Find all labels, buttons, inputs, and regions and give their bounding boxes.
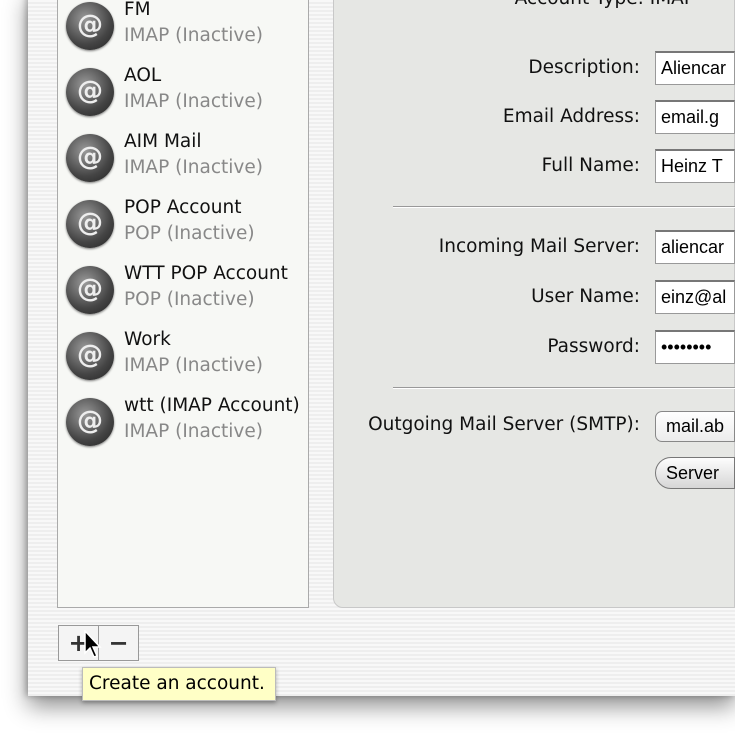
divider: [393, 206, 735, 208]
account-name: WTT POP Account: [124, 263, 288, 284]
account-status: POP (Inactive): [124, 223, 255, 244]
accounts-list[interactable]: @ FM IMAP (Inactive) @ AOL IMAP (Inactive…: [57, 0, 309, 608]
username-field[interactable]: einz@al: [655, 280, 735, 314]
mouse-cursor-icon: [84, 630, 102, 658]
account-list-item[interactable]: @ Work IMAP (Inactive): [58, 325, 308, 391]
at-sign-glyph: @: [77, 10, 103, 40]
account-status: IMAP (Inactive): [124, 421, 263, 442]
password-field[interactable]: ••••••••: [655, 330, 735, 364]
mail-account-icon: @: [66, 200, 114, 248]
account-name: AOL: [124, 65, 162, 86]
at-sign-glyph: @: [77, 76, 103, 106]
account-type-value: IMAP: [650, 0, 695, 9]
account-name: AIM Mail: [124, 131, 202, 152]
password-label: Password:: [547, 336, 640, 357]
account-type-label: Account Type:: [515, 0, 644, 9]
mail-account-icon: @: [66, 332, 114, 380]
fullname-label: Full Name:: [541, 155, 640, 176]
incoming-server-field[interactable]: aliencar: [655, 230, 735, 264]
mail-account-icon: @: [66, 266, 114, 314]
account-list-item[interactable]: @ wtt (IMAP Account) IMAP (Inactive): [58, 391, 308, 457]
description-field[interactable]: Aliencar: [655, 51, 735, 85]
mail-account-icon: @: [66, 2, 114, 50]
email-field[interactable]: email.g: [655, 100, 735, 134]
description-label: Description:: [528, 57, 640, 78]
incoming-server-label: Incoming Mail Server:: [438, 236, 640, 257]
divider: [393, 387, 735, 389]
smtp-label: Outgoing Mail Server (SMTP):: [368, 414, 640, 435]
at-sign-glyph: @: [77, 142, 103, 172]
smtp-popup[interactable]: mail.ab: [655, 411, 735, 442]
username-label: User Name:: [531, 286, 640, 307]
account-name: POP Account: [124, 197, 242, 218]
account-list-item[interactable]: @ FM IMAP (Inactive): [58, 0, 308, 61]
mail-account-icon: @: [66, 398, 114, 446]
account-status: IMAP (Inactive): [124, 355, 263, 376]
account-name: FM: [124, 0, 151, 20]
fullname-field[interactable]: Heinz T: [655, 149, 735, 183]
account-name: wtt (IMAP Account): [124, 395, 300, 416]
account-list-item[interactable]: @ WTT POP Account POP (Inactive): [58, 259, 308, 325]
at-sign-glyph: @: [77, 274, 103, 304]
account-list-item[interactable]: @ POP Account POP (Inactive): [58, 193, 308, 259]
mail-account-icon: @: [66, 68, 114, 116]
mail-account-icon: @: [66, 134, 114, 182]
account-list-item[interactable]: @ AOL IMAP (Inactive): [58, 61, 308, 127]
at-sign-glyph: @: [77, 406, 103, 436]
account-status: IMAP (Inactive): [124, 25, 263, 46]
at-sign-glyph: @: [77, 340, 103, 370]
account-status: POP (Inactive): [124, 289, 255, 310]
email-label: Email Address:: [502, 106, 640, 127]
at-sign-glyph: @: [77, 208, 103, 238]
tooltip: Create an account.: [82, 667, 276, 701]
account-status: IMAP (Inactive): [124, 91, 263, 112]
account-status: IMAP (Inactive): [124, 157, 263, 178]
account-type: Account Type: IMAP: [515, 0, 695, 9]
server-settings-button[interactable]: Server: [655, 457, 735, 489]
account-name: Work: [124, 329, 171, 350]
account-list-item[interactable]: @ AIM Mail IMAP (Inactive): [58, 127, 308, 193]
